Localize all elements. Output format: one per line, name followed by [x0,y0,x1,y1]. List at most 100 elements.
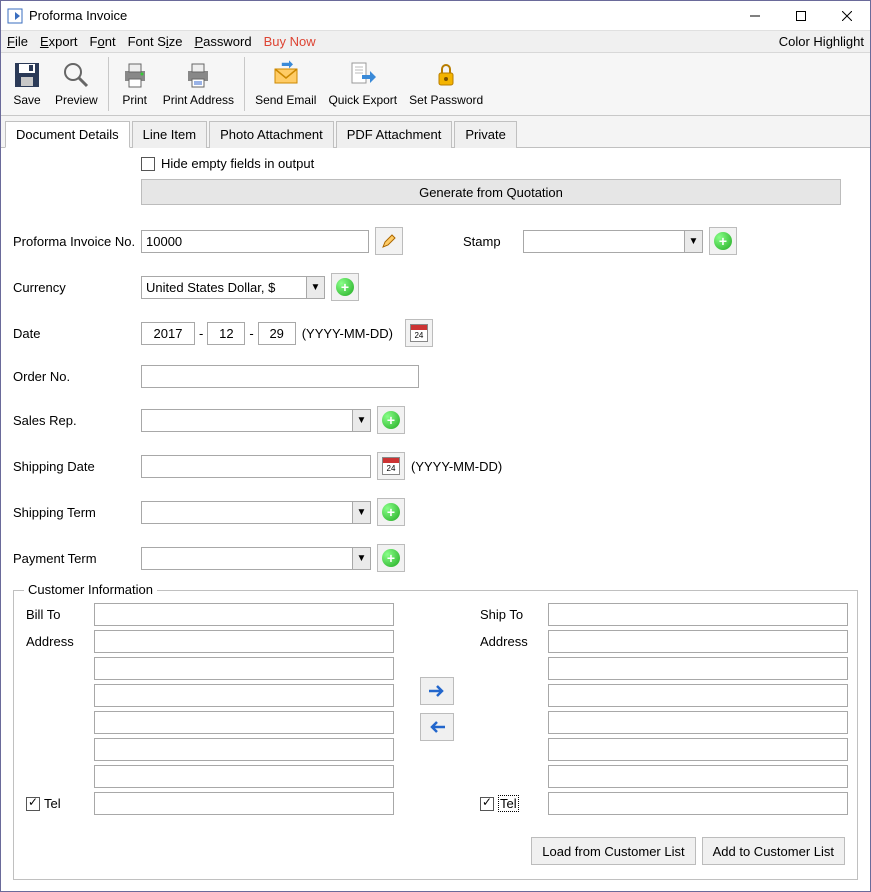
bill-to-label: Bill To [26,607,86,622]
hide-empty-label: Hide empty fields in output [161,156,314,171]
shipping-date-input[interactable] [141,455,371,478]
chevron-down-icon: ▼ [352,502,370,523]
order-no-label: Order No. [13,369,141,384]
bill-tel-input[interactable] [94,792,394,815]
shipping-term-combo[interactable]: ▼ [141,501,371,524]
maximize-button[interactable] [778,1,824,30]
print-address-button[interactable]: Print Address [157,57,240,111]
menu-export[interactable]: Export [40,34,78,49]
date-picker-button[interactable]: 24 [405,319,433,347]
menu-colorhighlight[interactable]: Color Highlight [779,34,864,49]
stamp-label: Stamp [463,234,523,249]
plus-icon: + [382,549,400,567]
bill-addr-6[interactable] [94,765,394,788]
add-to-customer-list-button[interactable]: Add to Customer List [702,837,845,865]
send-email-button[interactable]: Send Email [249,57,322,111]
bill-addr-1[interactable] [94,630,394,653]
menu-file[interactable]: File [7,34,28,49]
ship-addr-3[interactable] [548,684,848,707]
tab-document-details[interactable]: Document Details [5,121,130,148]
plus-icon: + [382,411,400,429]
ship-tel-checkbox[interactable] [480,797,494,811]
bill-addr-3[interactable] [94,684,394,707]
tab-private[interactable]: Private [454,121,516,148]
bill-addr-4[interactable] [94,711,394,734]
plus-icon: + [336,278,354,296]
bill-tel-label: Tel [44,796,61,811]
add-currency-button[interactable]: + [331,273,359,301]
chevron-down-icon: ▼ [684,231,702,252]
print-button[interactable]: Print [113,57,157,111]
tab-pdf-attachment[interactable]: PDF Attachment [336,121,453,148]
customer-info-fieldset: Customer Information Bill To Ship To Add… [13,590,858,880]
date-day-input[interactable] [258,322,296,345]
ship-addr-2[interactable] [548,657,848,680]
window-frame: Proforma Invoice File Export Font Font S… [0,0,871,892]
menu-password[interactable]: Password [195,34,252,49]
generate-from-quotation-button[interactable]: Generate from Quotation [141,179,841,205]
ship-to-input[interactable] [548,603,848,626]
date-format-hint: (YYYY-MM-DD) [296,326,399,341]
invoice-no-input[interactable] [141,230,369,253]
menu-fontsize[interactable]: Font Size [128,34,183,49]
plus-icon: + [382,503,400,521]
add-sales-rep-button[interactable]: + [377,406,405,434]
stamp-combo[interactable]: ▼ [523,230,703,253]
preview-button[interactable]: Preview [49,57,104,111]
edit-invoice-no-button[interactable] [375,227,403,255]
load-from-customer-list-button[interactable]: Load from Customer List [531,837,695,865]
printer-address-icon [182,59,214,91]
add-stamp-button[interactable]: + [709,227,737,255]
quick-export-button[interactable]: Quick Export [322,57,403,111]
ship-addr-6[interactable] [548,765,848,788]
calendar-icon: 24 [382,457,400,475]
add-shipping-term-button[interactable]: + [377,498,405,526]
close-button[interactable] [824,1,870,30]
copy-bill-to-ship-button[interactable] [420,677,454,705]
chevron-down-icon: ▼ [306,277,324,298]
bill-to-input[interactable] [94,603,394,626]
tab-line-item[interactable]: Line Item [132,121,207,148]
menu-buynow[interactable]: Buy Now [264,34,316,49]
copy-ship-to-bill-button[interactable] [420,713,454,741]
date-label: Date [13,326,141,341]
titlebar: Proforma Invoice [1,1,870,31]
bill-tel-checkbox[interactable] [26,797,40,811]
arrow-left-icon [427,720,447,734]
payment-term-combo[interactable]: ▼ [141,547,371,570]
lock-icon [430,59,462,91]
customer-info-legend: Customer Information [24,582,157,597]
ship-addr-4[interactable] [548,711,848,734]
calendar-icon: 24 [410,324,428,342]
printer-icon [119,59,151,91]
shipping-date-picker-button[interactable]: 24 [377,452,405,480]
bill-addr-5[interactable] [94,738,394,761]
order-no-input[interactable] [141,365,419,388]
menu-font[interactable]: Font [90,34,116,49]
email-icon [270,59,302,91]
date-month-input[interactable] [207,322,245,345]
sales-rep-combo[interactable]: ▼ [141,409,371,432]
ship-addr-1[interactable] [548,630,848,653]
floppy-icon [11,59,43,91]
tabstrip: Document Details Line Item Photo Attachm… [1,116,870,148]
ship-tel-label: Tel [498,795,519,812]
bill-addr-2[interactable] [94,657,394,680]
payment-term-label: Payment Term [13,551,141,566]
add-payment-term-button[interactable]: + [377,544,405,572]
set-password-button[interactable]: Set Password [403,57,489,111]
currency-combo[interactable]: United States Dollar, $ ▼ [141,276,325,299]
ship-addr-5[interactable] [548,738,848,761]
export-icon [347,59,379,91]
ship-to-label: Ship To [480,607,540,622]
save-button[interactable]: Save [5,57,49,111]
shipping-term-label: Shipping Term [13,505,141,520]
shipping-date-hint: (YYYY-MM-DD) [405,459,502,474]
chevron-down-icon: ▼ [352,548,370,569]
tab-photo-attachment[interactable]: Photo Attachment [209,121,334,148]
hide-empty-checkbox[interactable] [141,157,155,171]
shipping-date-label: Shipping Date [13,459,141,474]
date-year-input[interactable] [141,322,195,345]
ship-tel-input[interactable] [548,792,848,815]
minimize-button[interactable] [732,1,778,30]
